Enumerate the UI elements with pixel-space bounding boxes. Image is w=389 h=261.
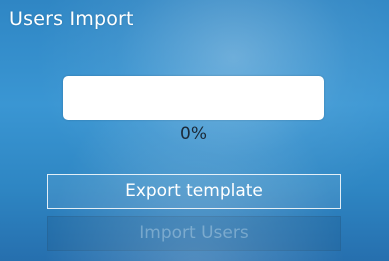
progress-bar xyxy=(63,76,324,120)
export-template-button[interactable]: Export template xyxy=(47,174,341,209)
import-users-button[interactable]: Import Users xyxy=(47,216,341,251)
window-title: Users Import xyxy=(9,8,134,30)
users-import-window: Users Import 0% Export template Import U… xyxy=(0,0,389,261)
progress-percentage: 0% xyxy=(180,124,207,144)
